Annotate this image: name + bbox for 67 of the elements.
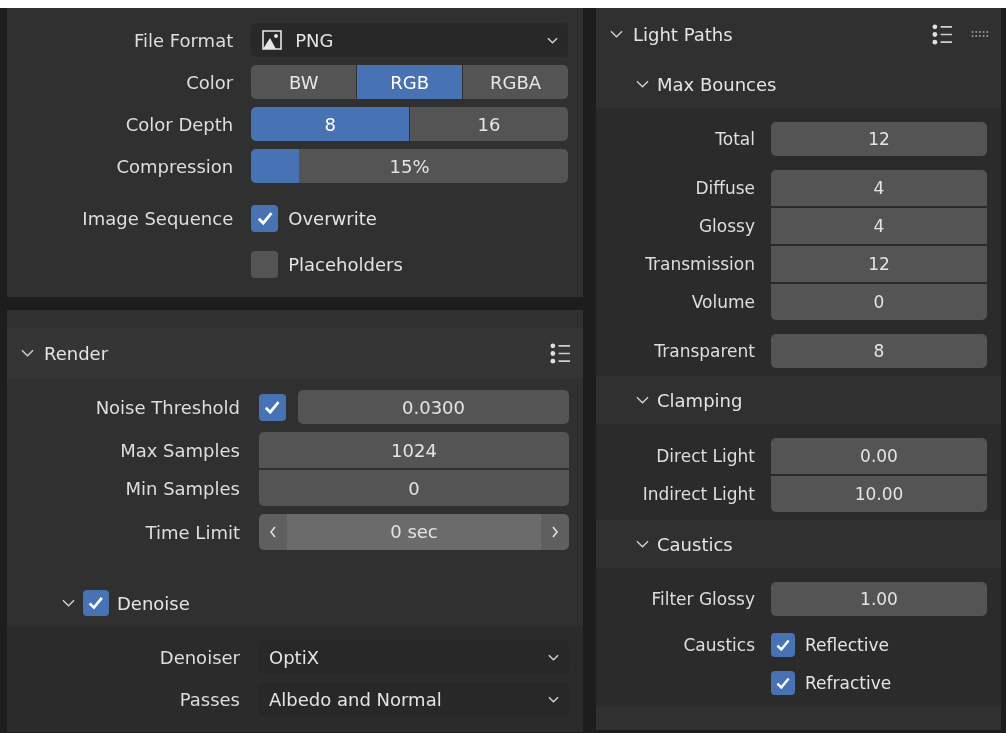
chevron-down-icon [62, 599, 75, 607]
list-icon[interactable] [550, 342, 571, 364]
number-field[interactable]: 4 [771, 208, 987, 244]
number-field[interactable]: 4 [771, 170, 987, 206]
field-label: Glossy [697, 216, 755, 236]
field-label: Compression [115, 155, 234, 177]
option-button[interactable]: RGB [357, 65, 463, 99]
field-label: Indirect Light [641, 484, 755, 504]
list-icon[interactable] [932, 23, 953, 45]
dropdown[interactable]: Albedo and Normal [259, 682, 569, 716]
checkbox[interactable] [771, 671, 795, 695]
field-label: Filter Glossy [650, 589, 755, 609]
number-field[interactable]: 0 [771, 284, 987, 320]
field-label: Denoiser [158, 646, 240, 668]
slider[interactable]: 15% [251, 149, 568, 183]
field-label: Noise Threshold [94, 396, 240, 418]
dropdown[interactable]: OptiX [259, 640, 569, 674]
checkbox-label[interactable]: Overwrite [288, 207, 377, 229]
chevron-down-icon [548, 653, 559, 661]
chevron-down-icon [548, 695, 559, 703]
checkbox-label[interactable]: Refractive [805, 673, 892, 693]
field-label: Max Samples [119, 439, 240, 461]
field-label: Min Samples [124, 477, 240, 499]
field-label: Direct Light [655, 446, 755, 466]
field-label: Transmission [644, 254, 755, 274]
number-field[interactable]: 0.00 [771, 438, 987, 474]
field-label: Passes [178, 688, 240, 710]
chevron-down-icon [636, 540, 649, 548]
number-field[interactable]: 1024 [259, 432, 569, 468]
number-field[interactable]: 10.00 [771, 476, 987, 512]
option-button[interactable]: BW [251, 65, 357, 99]
field-label: Diffuse [694, 178, 755, 198]
field-label: Transparent [653, 341, 755, 361]
number-field[interactable]: 12 [771, 122, 987, 156]
field-label: Color [185, 71, 234, 93]
chevron-down-icon [547, 36, 558, 44]
field-label: File Format [132, 29, 234, 51]
checkbox[interactable] [771, 633, 795, 657]
checkbox[interactable] [83, 590, 109, 616]
field-label: Color Depth [124, 113, 234, 135]
number-stepper[interactable]: 0 sec [259, 514, 569, 550]
option-button[interactable]: RGBA [463, 65, 568, 99]
image-icon [261, 29, 284, 51]
field-label: Total [714, 129, 755, 149]
field-label: Caustics [682, 635, 755, 655]
chevron-down-icon [21, 349, 34, 357]
chevron-down-icon [636, 396, 649, 404]
number-field[interactable]: 8 [771, 334, 987, 368]
dropdown[interactable]: PNG [251, 23, 568, 57]
checkbox-label[interactable]: Reflective [805, 635, 889, 655]
field-label: Image Sequence [81, 207, 234, 229]
number-field[interactable]: 12 [771, 246, 987, 282]
panel-header[interactable]: Render [7, 328, 583, 378]
checkbox[interactable] [259, 393, 286, 421]
checkbox[interactable] [251, 250, 279, 278]
drag-handle-icon[interactable] [971, 30, 989, 38]
chevron-down-icon [636, 80, 649, 88]
number-field[interactable]: 1.00 [771, 582, 987, 616]
option-button[interactable]: 8 [251, 107, 410, 141]
option-button[interactable]: 16 [410, 107, 568, 141]
number-field[interactable]: 0.0300 [298, 390, 569, 424]
checkbox[interactable] [251, 204, 279, 232]
chevron-down-icon [610, 30, 623, 38]
field-label: Time Limit [144, 521, 240, 543]
checkbox-label[interactable]: Placeholders [288, 253, 403, 275]
number-field[interactable]: 0 [259, 470, 569, 506]
field-label: Volume [690, 292, 755, 312]
